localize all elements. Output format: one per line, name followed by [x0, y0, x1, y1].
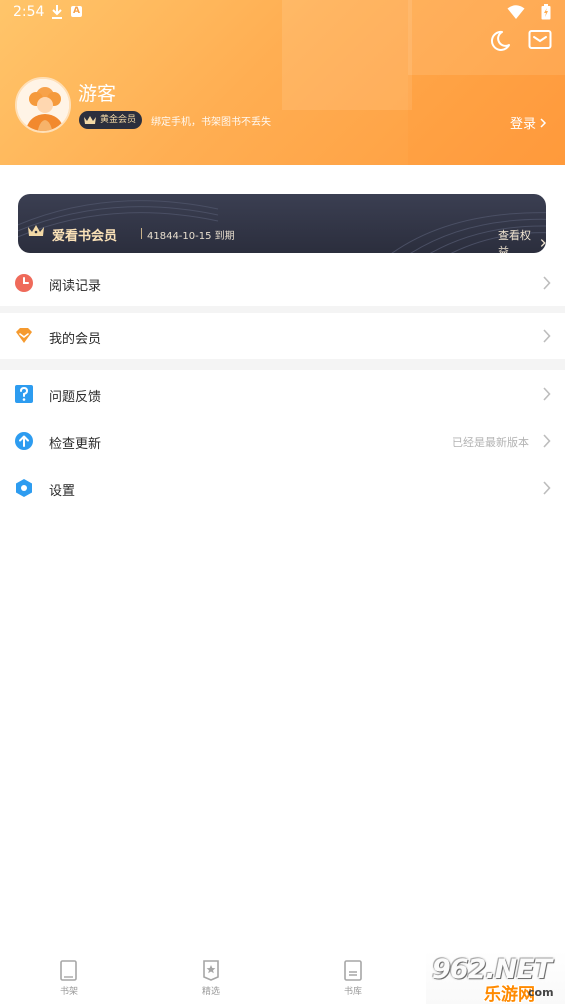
vip-level-badge: 黄金会员	[79, 111, 143, 129]
moon-icon[interactable]	[488, 29, 512, 53]
chevron-right-icon	[543, 434, 551, 448]
menu-item-label: 我的会员	[49, 332, 102, 347]
library-icon	[344, 960, 362, 981]
menu-item-label: 检查更新	[49, 437, 102, 452]
section-divider	[0, 359, 565, 370]
chevron-right-icon	[543, 329, 551, 343]
nav-label: 精选	[201, 987, 220, 997]
nav-item-bookshelf[interactable]: 书架	[39, 950, 99, 1004]
username: 游客	[78, 83, 117, 105]
login-button[interactable]: 登录	[510, 113, 547, 132]
section-divider	[0, 306, 565, 313]
nav-label: 书架	[59, 987, 78, 997]
menu-item-label: 问题反馈	[49, 390, 102, 405]
profile-header: 2:54 A 游客 黄金会员 绑定手机，书架图书不丢失 登录	[0, 0, 565, 165]
menu-item-label: 阅读记录	[49, 279, 102, 294]
vip-expiry-date: 41844-10-15 到期	[147, 231, 235, 242]
crown-icon	[28, 225, 44, 236]
crown-icon	[84, 116, 96, 124]
diamond-icon	[16, 328, 32, 343]
vip-membership-card[interactable]: 爱看书会员 41844-10-15 到期 查看权益	[18, 194, 546, 253]
card-decoration	[18, 200, 546, 253]
chevron-right-icon	[543, 387, 551, 401]
menu-item-feedback[interactable]: 问题反馈	[0, 371, 565, 417]
profile-page: 2:54 A 游客 黄金会员 绑定手机，书架图书不丢失 登录 爱看书会员 418…	[0, 0, 565, 1004]
chevron-right-icon	[540, 117, 547, 128]
wifi-icon	[507, 5, 525, 19]
bind-phone-tip[interactable]: 绑定手机，书架图书不丢失	[151, 113, 271, 128]
nav-label: 书库	[343, 987, 362, 997]
question-icon	[15, 385, 33, 403]
battery-icon	[541, 4, 551, 20]
vip-card-separator	[141, 228, 142, 239]
chevron-right-icon	[543, 481, 551, 495]
vip-level-label: 黄金会员	[100, 115, 137, 125]
watermark-com: com	[528, 986, 554, 999]
download-icon	[52, 5, 62, 19]
chevron-right-icon	[543, 276, 551, 290]
mail-icon[interactable]	[528, 29, 552, 51]
menu-item-reading-history[interactable]: 阅读记录	[0, 260, 565, 306]
menu-item-my-membership[interactable]: 我的会员	[0, 313, 565, 359]
menu-item-settings[interactable]: 设置	[0, 465, 565, 511]
nav-item-library[interactable]: 书库	[323, 950, 383, 1004]
view-benefits-label: 查看权益	[498, 229, 531, 253]
chevron-right-icon	[540, 239, 546, 247]
hexagon-settings-icon	[16, 479, 32, 497]
app-notification-icon: A	[71, 6, 82, 17]
site-watermark: 962.NET 乐游网 com	[426, 950, 565, 1004]
upload-icon	[15, 432, 33, 450]
view-benefits-link[interactable]: 查看权益	[498, 227, 546, 253]
clock-icon	[15, 274, 33, 292]
menu-item-label: 设置	[49, 484, 76, 499]
login-label: 登录	[510, 117, 537, 132]
avatar[interactable]	[15, 77, 71, 133]
status-time: 2:54	[13, 4, 45, 20]
featured-icon	[203, 960, 219, 981]
version-status: 已经是最新版本	[452, 436, 529, 449]
vip-card-title: 爱看书会员	[52, 229, 118, 244]
avatar-image	[17, 79, 69, 131]
bookshelf-icon	[60, 960, 77, 981]
status-bar: 2:54 A	[0, 0, 565, 26]
nav-item-featured[interactable]: 精选	[181, 950, 241, 1004]
menu-item-check-update[interactable]: 检查更新 已经是最新版本	[0, 418, 565, 464]
